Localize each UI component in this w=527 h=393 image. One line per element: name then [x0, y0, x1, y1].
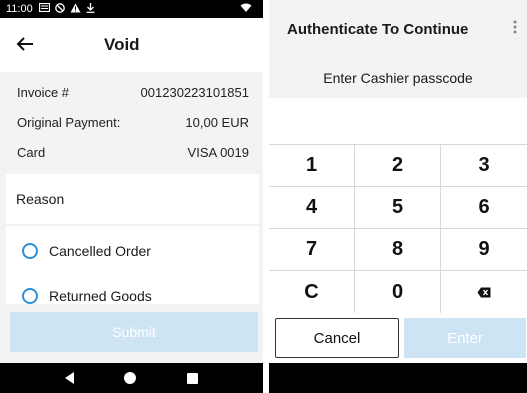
reason-option-cancelled-order[interactable]: Cancelled Order: [6, 226, 259, 276]
detail-label: Card: [17, 144, 46, 160]
wifi-icon: [240, 3, 252, 16]
key-6[interactable]: 6: [441, 187, 527, 229]
auth-header: Authenticate To Continue: [269, 0, 527, 58]
detail-value: 10,00 EUR: [185, 114, 249, 130]
void-screen: 11:00 Void Invoice # 001230223101851 Ori…: [0, 0, 263, 393]
reason-option-label: Cancelled Order: [49, 243, 151, 259]
detail-row-card: Card VISA 0019: [0, 137, 263, 167]
nav-recent-icon[interactable]: [186, 372, 198, 384]
key-0[interactable]: 0: [355, 271, 441, 313]
detail-label: Invoice #: [17, 84, 70, 100]
auth-prompt: Enter Cashier passcode: [269, 58, 527, 98]
notification-icon: [38, 2, 50, 15]
detail-value: VISA 0019: [187, 144, 249, 160]
key-2[interactable]: 2: [355, 145, 441, 187]
detail-row-original-payment: Original Payment: 10,00 EUR: [0, 107, 263, 137]
detail-value: 001230223101851: [140, 84, 249, 100]
cancel-button[interactable]: Cancel: [275, 318, 399, 358]
status-time: 11:00: [6, 3, 33, 15]
submit-button[interactable]: Submit: [10, 312, 258, 352]
page-title: Void: [104, 35, 140, 54]
android-nav-bar: [0, 363, 263, 393]
reason-option-returned-goods[interactable]: Returned Goods: [6, 276, 259, 304]
download-icon: [86, 2, 95, 16]
back-arrow-icon[interactable]: [16, 34, 56, 57]
numeric-keypad: 1 2 3 4 5 6 7 8 9 C 0: [269, 144, 527, 313]
detail-row-invoice: Invoice # 001230223101851: [0, 77, 263, 107]
status-bar: 11:00: [0, 0, 263, 18]
auth-prompt-text: Enter Cashier passcode: [323, 70, 473, 86]
auth-title: Authenticate To Continue: [287, 20, 469, 38]
warning-icon: [70, 3, 81, 16]
radio-button[interactable]: [22, 288, 38, 304]
key-7[interactable]: 7: [269, 229, 355, 271]
enter-button[interactable]: Enter: [404, 318, 526, 358]
reason-heading: Reason: [6, 174, 259, 224]
passcode-display: [269, 98, 527, 144]
more-vertical-icon[interactable]: [513, 20, 517, 37]
do-not-disturb-icon: [54, 2, 65, 16]
void-header: Void: [0, 18, 263, 72]
key-8[interactable]: 8: [355, 229, 441, 271]
bottom-bar: [269, 363, 527, 393]
key-9[interactable]: 9: [441, 229, 527, 271]
radio-button[interactable]: [22, 243, 38, 259]
nav-back-icon[interactable]: [65, 372, 75, 384]
key-5[interactable]: 5: [355, 187, 441, 229]
key-3[interactable]: 3: [441, 145, 527, 187]
key-4[interactable]: 4: [269, 187, 355, 229]
auth-dialog: Authenticate To Continue Enter Cashier p…: [269, 0, 527, 393]
detail-label: Original Payment:: [17, 114, 121, 130]
nav-home-icon[interactable]: [124, 372, 137, 384]
backspace-icon[interactable]: [441, 271, 527, 313]
key-1[interactable]: 1: [269, 145, 355, 187]
reason-heading-label: Reason: [16, 191, 65, 207]
key-clear[interactable]: C: [269, 271, 355, 313]
reason-option-label: Returned Goods: [49, 288, 152, 304]
